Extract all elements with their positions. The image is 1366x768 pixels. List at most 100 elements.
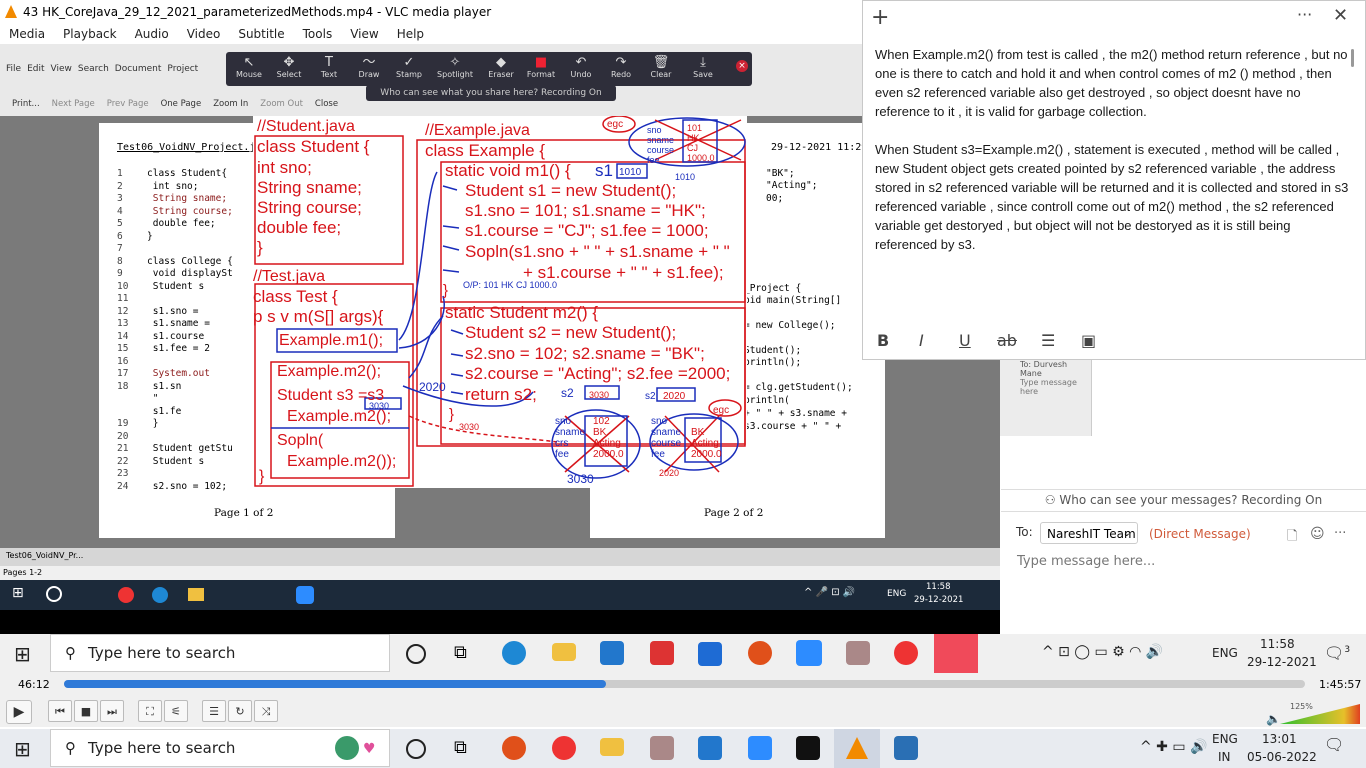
notification-icon[interactable]: 🗨3 — [1324, 642, 1350, 661]
eraser-icon: ◆ — [496, 55, 506, 70]
snip-icon[interactable] — [650, 736, 674, 760]
italic-icon[interactable]: I — [919, 331, 924, 350]
clock-date: 05-06-2022 — [1247, 750, 1317, 764]
tool-eraser[interactable]: ◆ Eraser — [482, 55, 520, 80]
windows-icon[interactable]: ⊞ — [14, 737, 31, 761]
menu-audio[interactable]: Audio — [135, 24, 169, 44]
tool-format[interactable]: ■ Format — [522, 56, 560, 80]
undo-icon: ↶ — [575, 55, 587, 70]
tool-select[interactable]: ✥ Select — [270, 56, 308, 80]
line-number: 15 — [117, 343, 129, 354]
line-text: String sname; — [147, 193, 228, 204]
m1-code-line: s1.course = "CJ"; s1.fee = 1000; — [465, 221, 709, 240]
speaker-icon[interactable]: 🔈 — [1266, 712, 1281, 726]
edge-icon[interactable] — [502, 641, 526, 665]
tool-text[interactable]: T Text — [310, 56, 348, 80]
people-icon: ⚇ — [1044, 493, 1060, 507]
menu-media[interactable]: Media — [9, 24, 45, 44]
line-number: 12 — [117, 305, 129, 317]
photos-icon[interactable] — [894, 736, 918, 760]
windows-icon[interactable]: ⊞ — [14, 642, 31, 666]
more-icon[interactable]: ··· — [1334, 526, 1346, 541]
zoom-app-icon[interactable] — [748, 736, 772, 760]
taskbar-search[interactable]: ⚲ Type here to search — [50, 634, 390, 672]
menu-video[interactable]: Video — [187, 24, 221, 44]
fullscreen-button[interactable]: ⛶ — [138, 700, 162, 722]
close-icon[interactable]: × — [736, 60, 748, 72]
student-file-label: //Student.java — [257, 118, 355, 135]
tool-label: Select — [276, 70, 302, 79]
record-icon[interactable] — [502, 736, 526, 760]
task-view-icon[interactable]: ⧉ — [454, 642, 467, 663]
task-view-icon[interactable]: ⧉ — [454, 737, 467, 758]
tool-spotlight[interactable]: ✧ Spotlight — [436, 56, 474, 80]
folder-icon[interactable] — [600, 738, 624, 756]
loop-button[interactable]: ↻ — [228, 700, 252, 722]
image-icon[interactable]: ▣ — [1081, 331, 1096, 350]
lang-2: IN — [1218, 750, 1231, 764]
tool-clear[interactable]: 🗑 Clear — [642, 56, 680, 80]
mail-icon[interactable] — [698, 642, 722, 666]
file-icon[interactable]: 🗋 — [1287, 527, 1297, 549]
taskbar-search[interactable]: ⚲ Type here to search ♥ — [50, 729, 390, 767]
note-paragraph-1: When Example.m2() from test is called , … — [875, 47, 1348, 119]
chat-message-input[interactable]: Type message here... — [1017, 554, 1155, 569]
tool-undo[interactable]: ↶ Undo — [562, 55, 600, 80]
snip-icon[interactable] — [846, 641, 870, 665]
underline-icon[interactable]: U — [959, 331, 971, 350]
zoom-app-icon[interactable] — [796, 640, 822, 666]
note-scrollbar[interactable] — [1351, 49, 1354, 67]
stop-button[interactable]: ■ — [74, 700, 98, 722]
recipient-dropdown[interactable]: NareshIT Team ⌄ — [1040, 522, 1138, 544]
gift-icon[interactable] — [650, 641, 674, 665]
menu-view[interactable]: View — [350, 24, 378, 44]
emoji-icon[interactable]: ☺ — [1310, 526, 1325, 542]
shuffle-button[interactable]: ⤨ — [254, 700, 278, 722]
menu-tools[interactable]: Tools — [303, 24, 333, 44]
tool-redo[interactable]: ↷ Redo — [602, 56, 640, 80]
tool-save[interactable]: ⤓ Save — [684, 56, 722, 80]
previous-button[interactable]: ⏮ — [48, 700, 72, 722]
strikethrough-icon[interactable]: ab — [997, 331, 1017, 350]
store-icon[interactable] — [600, 641, 624, 665]
add-note-icon[interactable]: + — [871, 5, 889, 30]
tool-mouse[interactable]: ↖ Mouse — [230, 56, 268, 80]
sticky-notes-icon[interactable] — [796, 736, 820, 760]
list-icon[interactable]: ☰ — [1041, 331, 1055, 350]
active-app-icon[interactable] — [934, 634, 978, 673]
menu-help[interactable]: Help — [397, 24, 424, 44]
more-options-icon[interactable]: ··· — [1297, 5, 1312, 24]
close-icon[interactable]: ✕ — [1333, 5, 1348, 26]
volume-slider[interactable] — [1280, 704, 1360, 724]
bold-icon[interactable]: B — [877, 331, 889, 350]
chrome-icon[interactable] — [552, 736, 576, 760]
student-code-line: int sno; — [257, 158, 312, 177]
next-button[interactable]: ⏭ — [100, 700, 124, 722]
tool-draw[interactable]: 〜 Draw — [350, 56, 388, 80]
line-text: Student s — [147, 280, 205, 292]
chat-to-label: To: — [1016, 525, 1033, 539]
notification-icon[interactable]: 🗨 — [1324, 737, 1344, 753]
line-text: s1.sname = — [147, 318, 210, 329]
playlist-button[interactable]: ☰ — [202, 700, 226, 722]
menu-playback[interactable]: Playback — [63, 24, 117, 44]
code-line: 7 — [117, 243, 147, 254]
cortana-icon[interactable] — [406, 739, 426, 759]
menu-subtitle[interactable]: Subtitle — [238, 24, 284, 44]
extended-settings-button[interactable]: ⚟ — [164, 700, 188, 722]
code-line: println( — [744, 395, 790, 406]
store-icon[interactable] — [698, 736, 722, 760]
record-icon[interactable] — [748, 641, 772, 665]
note-text[interactable]: When Example.m2() from test is called , … — [875, 45, 1350, 254]
tool-label: Draw — [358, 70, 380, 79]
total-time: 1:45:57 — [1319, 678, 1362, 691]
folder-icon[interactable] — [552, 643, 576, 661]
play-button[interactable]: ▶ — [6, 700, 32, 724]
nav-print: Print... — [12, 99, 40, 109]
vlc-icon[interactable] — [846, 737, 868, 759]
sticky-note: + ··· ✕ When Example.m2() from test is c… — [862, 0, 1366, 360]
chrome-icon[interactable] — [894, 641, 918, 665]
document-tab[interactable]: Test06_VoidNV_Pr... — [6, 551, 83, 560]
tool-stamp[interactable]: ✓ Stamp — [390, 56, 428, 80]
cortana-icon[interactable] — [406, 644, 426, 664]
